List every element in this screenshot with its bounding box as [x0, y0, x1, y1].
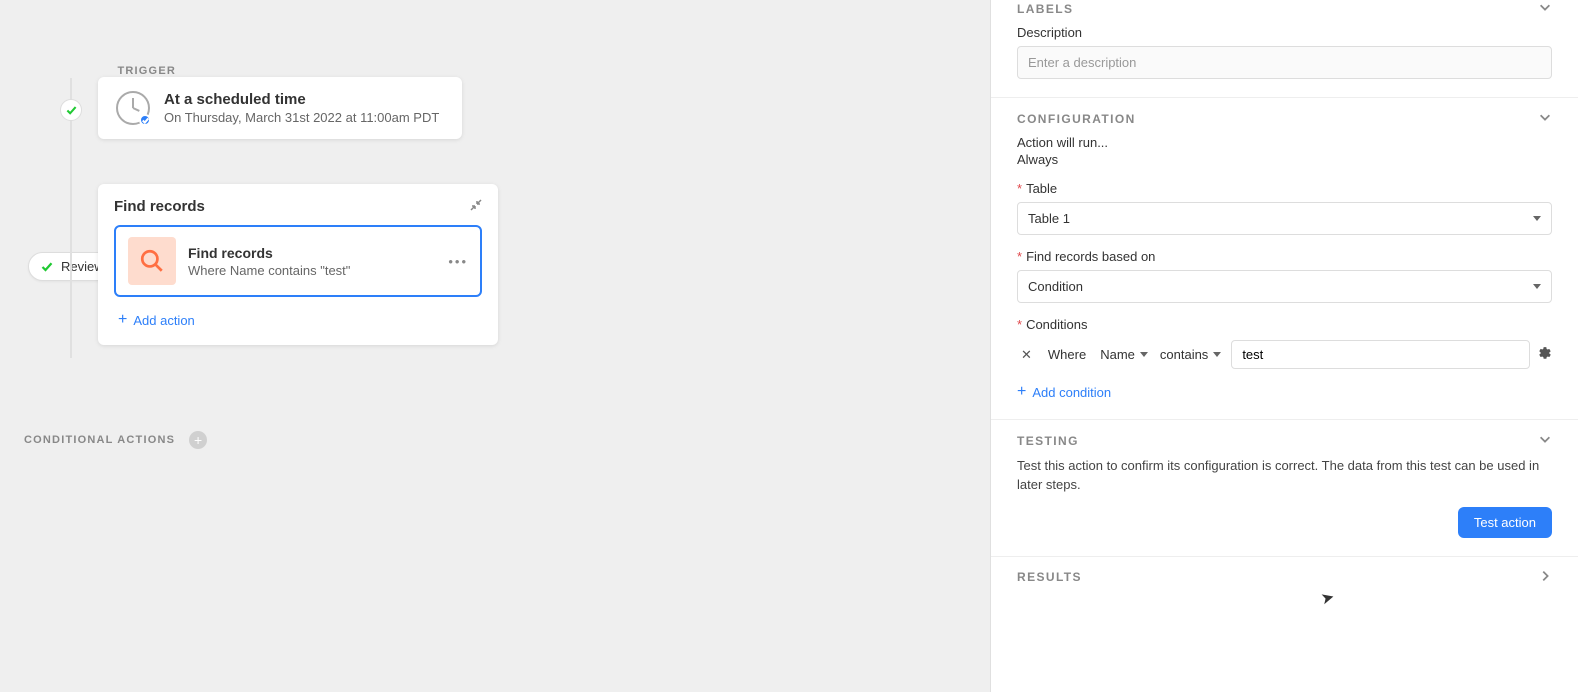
- dropdown-caret-icon: [1140, 352, 1148, 357]
- remove-condition-button[interactable]: ✕: [1017, 347, 1036, 363]
- configuration-section-header[interactable]: CONFIGURATION: [1017, 110, 1552, 127]
- gear-icon[interactable]: [1538, 346, 1552, 363]
- trigger-status-dot: [60, 99, 82, 121]
- table-select-value: Table 1: [1028, 211, 1070, 226]
- testing-heading: TESTING: [1017, 434, 1079, 448]
- description-label: Description: [1017, 25, 1552, 40]
- condition-operator-value: contains: [1160, 347, 1208, 362]
- description-input[interactable]: [1017, 46, 1552, 79]
- chevron-right-icon: [1538, 569, 1552, 586]
- conditional-actions-label: CONDITIONAL ACTIONS: [24, 434, 175, 446]
- add-condition-button[interactable]: + Add condition: [1017, 383, 1552, 401]
- find-based-on-label: Find records based on: [1026, 249, 1155, 264]
- clock-icon: [116, 91, 150, 125]
- chevron-down-icon: [1538, 0, 1552, 17]
- plus-icon: +: [1017, 383, 1026, 401]
- trigger-card[interactable]: At a scheduled time On Thursday, March 3…: [98, 77, 462, 139]
- check-icon: [41, 261, 53, 273]
- testing-section-header[interactable]: TESTING: [1017, 432, 1552, 449]
- dropdown-caret-icon: [1533, 284, 1541, 289]
- collapse-icon[interactable]: [470, 199, 482, 214]
- table-select[interactable]: Table 1: [1017, 202, 1552, 235]
- condition-value-input[interactable]: [1231, 340, 1530, 369]
- condition-operator-select[interactable]: contains: [1158, 343, 1223, 366]
- action-group-title: Find records: [114, 198, 205, 215]
- scheduled-badge-icon: [139, 114, 151, 126]
- conditions-label: Conditions: [1026, 317, 1087, 332]
- chevron-down-icon: [1538, 432, 1552, 449]
- automation-canvas[interactable]: Review test results TRIGGER ACTIONS COND…: [0, 0, 990, 692]
- add-condition-label: Add condition: [1032, 385, 1111, 400]
- configuration-section: CONFIGURATION Action will run... Always …: [991, 98, 1578, 420]
- more-options-icon[interactable]: •••: [448, 254, 468, 269]
- labels-section: LABELS Description: [991, 0, 1578, 98]
- condition-field-value: Name: [1100, 347, 1135, 362]
- action-will-run-value: Always: [1017, 152, 1552, 167]
- find-based-on-value: Condition: [1028, 279, 1083, 294]
- action-item-title: Find records: [188, 245, 350, 261]
- action-group-card: Find records Find records Where Name con…: [98, 184, 498, 345]
- testing-description: Test this action to confirm its configur…: [1017, 457, 1552, 495]
- add-action-label: Add action: [133, 313, 194, 328]
- add-conditional-action-button[interactable]: +: [189, 431, 207, 449]
- trigger-title: At a scheduled time: [164, 91, 439, 108]
- action-item-subtitle: Where Name contains "test": [188, 263, 350, 278]
- dropdown-caret-icon: [1213, 352, 1221, 357]
- chevron-down-icon: [1538, 110, 1552, 127]
- trigger-subtitle: On Thursday, March 31st 2022 at 11:00am …: [164, 110, 439, 125]
- testing-section: TESTING Test this action to confirm its …: [991, 420, 1578, 557]
- find-based-on-select[interactable]: Condition: [1017, 270, 1552, 303]
- labels-section-header[interactable]: LABELS: [1017, 0, 1552, 17]
- condition-row: ✕ Where Name contains: [1017, 340, 1552, 369]
- table-label: Table: [1026, 181, 1057, 196]
- action-item-find-records[interactable]: Find records Where Name contains "test" …: [114, 225, 482, 297]
- action-will-run-label: Action will run...: [1017, 135, 1552, 150]
- trigger-section-label: TRIGGER: [100, 65, 176, 77]
- labels-heading: LABELS: [1017, 2, 1073, 16]
- condition-field-select[interactable]: Name: [1098, 343, 1150, 366]
- configuration-heading: CONFIGURATION: [1017, 112, 1136, 126]
- results-section: RESULTS: [991, 557, 1578, 612]
- test-action-button[interactable]: Test action: [1458, 507, 1552, 538]
- results-heading: RESULTS: [1017, 570, 1082, 584]
- plus-icon: +: [118, 311, 127, 329]
- add-action-button[interactable]: + Add action: [114, 307, 482, 333]
- config-sidebar: LABELS Description CONFIGURATION Action …: [990, 0, 1578, 692]
- dropdown-caret-icon: [1533, 216, 1541, 221]
- search-icon: [128, 237, 176, 285]
- condition-where-label: Where: [1044, 347, 1090, 362]
- results-section-header[interactable]: RESULTS: [1017, 569, 1552, 586]
